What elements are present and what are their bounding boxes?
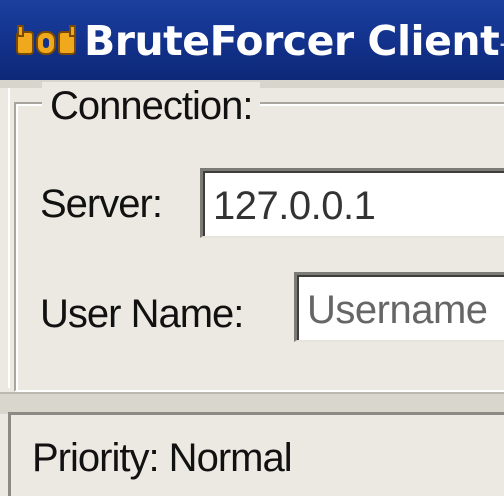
- connection-groupbox: [14, 102, 504, 392]
- connection-group-label: Connection:: [42, 82, 261, 130]
- window-divider: [0, 392, 504, 414]
- username-label: User Name:: [40, 292, 244, 336]
- server-input[interactable]: 127.0.0.1: [200, 168, 504, 238]
- title-bar-edge: -: [499, 26, 504, 61]
- username-input[interactable]: Username: [294, 272, 504, 342]
- bruteforcer-app-icon: [16, 25, 76, 55]
- app-window: BruteForcer Client - Connection: Server:…: [0, 0, 504, 496]
- title-bar[interactable]: BruteForcer Client -: [0, 0, 504, 80]
- priority-status: Priority: Normal: [32, 436, 293, 480]
- server-label: Server:: [40, 182, 163, 226]
- window-title: BruteForcer Client: [84, 17, 500, 65]
